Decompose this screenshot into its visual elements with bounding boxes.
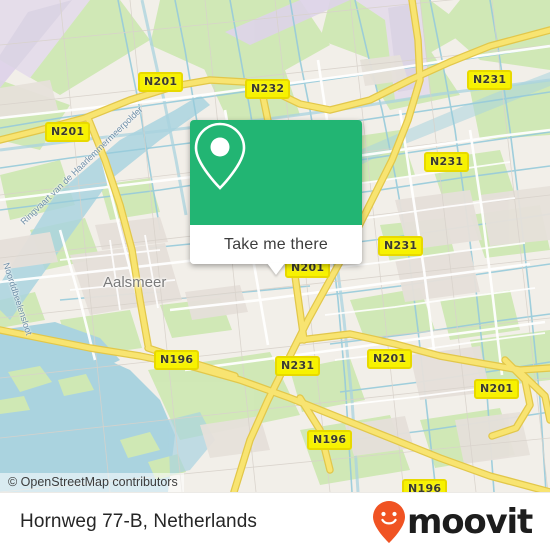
road-shield-n231[interactable]: N231 bbox=[275, 356, 321, 376]
road-shield-n232[interactable]: N232 bbox=[245, 79, 291, 99]
moovit-logo[interactable]: moovit bbox=[372, 500, 533, 544]
popup-action-area[interactable]: Take me there bbox=[190, 225, 362, 275]
road-shield-n201[interactable]: N201 bbox=[138, 72, 184, 92]
take-me-there-label[interactable]: Take me there bbox=[224, 236, 328, 254]
road-shield-n196[interactable]: N196 bbox=[307, 430, 353, 450]
road-shield-n196[interactable]: N196 bbox=[402, 479, 448, 492]
road-shield-n231[interactable]: N231 bbox=[467, 70, 513, 90]
popup-image-area bbox=[190, 120, 362, 225]
moovit-map-screenshot: Aalsmeer Ringvaart van de Haarlemmermeer… bbox=[0, 0, 550, 550]
road-shield-n201[interactable]: N201 bbox=[474, 379, 520, 399]
road-shield-n201[interactable]: N201 bbox=[367, 349, 413, 369]
road-shield-n196[interactable]: N196 bbox=[154, 350, 200, 370]
map-pin-icon bbox=[194, 122, 246, 190]
moovit-pin-smiley-icon bbox=[372, 500, 405, 543]
place-label-aalsmeer: Aalsmeer bbox=[103, 274, 167, 291]
popup-tail bbox=[267, 263, 285, 275]
footer-bar: Hornweg 77-B, Netherlands moovit bbox=[0, 492, 550, 550]
road-shield-n201[interactable]: N201 bbox=[45, 122, 91, 142]
osm-attribution[interactable]: © OpenStreetMap contributors bbox=[0, 473, 184, 492]
destination-popup[interactable]: Take me there bbox=[190, 120, 362, 275]
moovit-wordmark: moovit bbox=[406, 501, 533, 542]
road-shield-n231[interactable]: N231 bbox=[378, 236, 424, 256]
road-shield-n231[interactable]: N231 bbox=[424, 152, 470, 172]
address-text: Hornweg 77-B, Netherlands bbox=[20, 510, 257, 532]
map-canvas[interactable]: Aalsmeer Ringvaart van de Haarlemmermeer… bbox=[0, 0, 550, 492]
